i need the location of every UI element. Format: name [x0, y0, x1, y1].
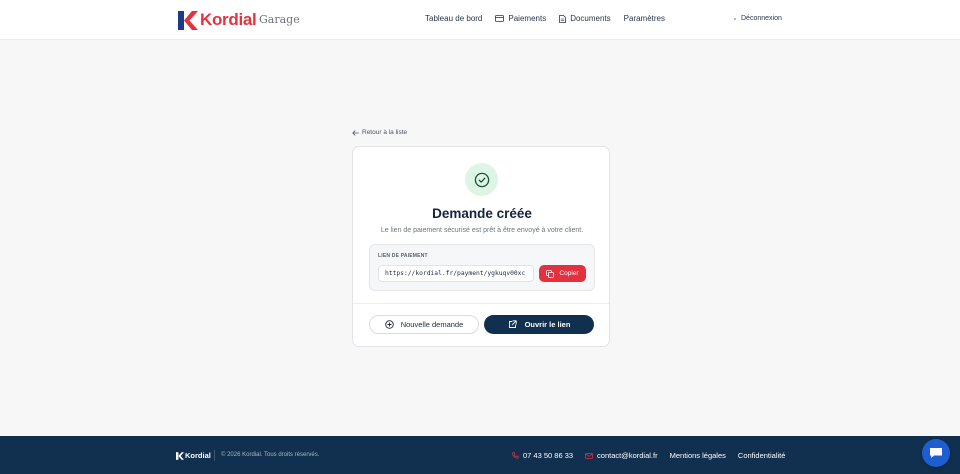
plus-circle-icon	[384, 320, 394, 329]
success-badge	[465, 163, 498, 196]
copy-icon	[546, 269, 555, 278]
footer-brand-name: Kordial	[185, 451, 211, 460]
card-subtitle: Le lien de paiement sécurisé est prêt à …	[380, 227, 584, 234]
back-link-label: Retour à la liste	[362, 129, 408, 136]
main-nav: Tableau de bord Paiements Documents Para…	[425, 14, 665, 23]
footer-privacy-link[interactable]: Confidentialité	[738, 451, 786, 460]
document-icon	[559, 14, 567, 23]
kordial-logo-icon	[176, 451, 184, 460]
footer-phone-link[interactable]: 07 43 50 86 33	[512, 451, 573, 460]
logout-icon	[734, 17, 736, 20]
footer-phone: 07 43 50 86 33	[523, 451, 574, 460]
new-request-button[interactable]: Nouvelle demande	[369, 315, 479, 334]
footer-email-link[interactable]: contact@kordial.fr	[585, 451, 658, 460]
brand-logo[interactable]: Kordial	[178, 10, 257, 30]
request-created-card: Demande créée Le lien de paiement sécuri…	[352, 146, 610, 347]
new-request-label: Nouvelle demande	[400, 320, 464, 329]
card-icon	[495, 15, 505, 22]
open-link-button[interactable]: Ouvrir le lien	[484, 315, 594, 334]
footer-legal-link[interactable]: Mentions légales	[670, 451, 726, 460]
arrow-left-icon	[352, 129, 359, 136]
footer-links: 07 43 50 86 33 contact@kordial.fr Mentio…	[512, 451, 785, 460]
nav-payments[interactable]: Paiements	[495, 14, 546, 23]
copy-button-label: Copier	[559, 270, 579, 277]
footer-separator	[214, 450, 215, 461]
nav-settings-label: Paramètres	[623, 14, 666, 23]
payment-link-field[interactable]: https://kordial.fr/payment/ygkuqv00xc	[378, 265, 534, 282]
nav-documents[interactable]: Documents	[559, 14, 611, 23]
footer-copyright: © 2026 Kordial. Tous droits réservés.	[221, 452, 320, 458]
card-divider	[353, 303, 609, 304]
nav-dashboard[interactable]: Tableau de bord	[425, 14, 482, 23]
nav-payments-label: Paiements	[508, 14, 547, 23]
logout-label: Déconnexion	[741, 15, 782, 22]
footer-email: contact@kordial.fr	[597, 451, 658, 460]
card-title: Demande créée	[432, 206, 532, 221]
brand-subtitle: Garage	[259, 13, 300, 26]
phone-icon	[512, 452, 519, 459]
site-footer: Kordial © 2026 Kordial. Tous droits rése…	[0, 436, 960, 474]
brand-name: Kordial	[200, 10, 257, 29]
check-circle-icon	[474, 172, 489, 187]
nav-settings[interactable]: Paramètres	[624, 14, 665, 23]
chat-button[interactable]	[922, 439, 950, 467]
mail-icon	[585, 452, 593, 459]
nav-documents-label: Documents	[570, 14, 611, 23]
back-to-list-link[interactable]: Retour à la liste	[352, 129, 407, 136]
kordial-logo-icon	[178, 10, 198, 30]
top-header: Kordial Garage Tableau de bord Paiements…	[0, 0, 960, 40]
copy-button[interactable]: Copier	[539, 265, 586, 282]
payment-link-label: LIEN DE PAIEMENT	[378, 253, 428, 259]
payment-link-box: LIEN DE PAIEMENT https://kordial.fr/paym…	[369, 244, 595, 291]
logout-button[interactable]: Déconnexion	[734, 15, 782, 22]
chat-bubble-icon	[930, 448, 942, 458]
external-link-icon	[508, 320, 517, 328]
nav-dashboard-label: Tableau de bord	[425, 14, 483, 23]
open-link-label: Ouvrir le lien	[524, 320, 571, 329]
footer-logo[interactable]: Kordial	[176, 451, 211, 460]
